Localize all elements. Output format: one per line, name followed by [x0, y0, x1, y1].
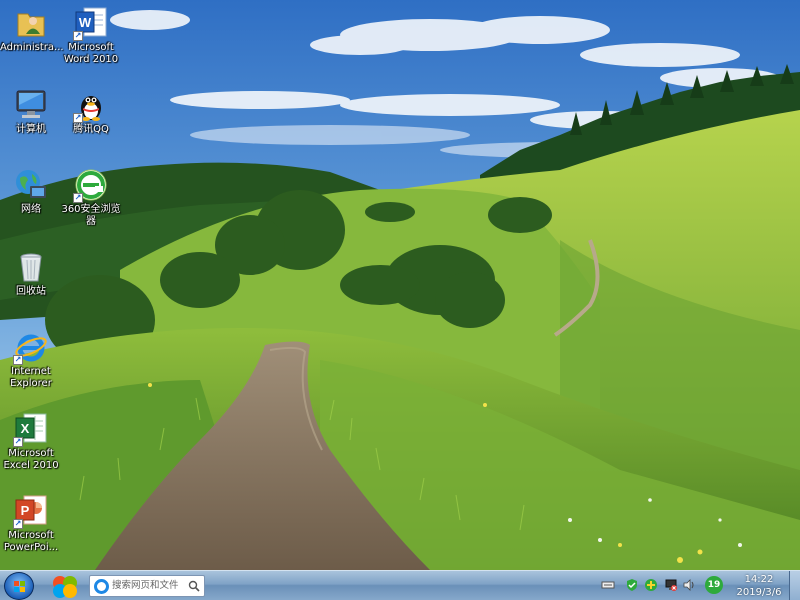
- computer-icon: [14, 88, 48, 122]
- shortcut-arrow-icon: ↗: [73, 193, 83, 203]
- desktop-icon-computer[interactable]: 计算机: [0, 88, 62, 136]
- show-desktop-button[interactable]: [789, 571, 800, 600]
- taskbar-pinned-app[interactable]: [50, 573, 80, 599]
- shortcut-arrow-icon: ↗: [13, 437, 23, 447]
- keyboard-icon[interactable]: [601, 578, 615, 592]
- user-folder-icon: [14, 6, 48, 40]
- shortcut-arrow-icon: ↗: [73, 31, 83, 41]
- network-globe-icon: [14, 168, 48, 202]
- 360-browser-icon: ↗: [73, 168, 108, 203]
- desktop-icon-label: 回收站: [16, 286, 46, 297]
- shortcut-arrow-icon: ↗: [73, 113, 83, 123]
- svg-text:X: X: [21, 421, 30, 436]
- desktop-icon-label: Microsoft Word 2010: [63, 42, 119, 65]
- tray-badge[interactable]: 19: [705, 576, 723, 594]
- start-button[interactable]: [4, 572, 34, 600]
- desktop-icon-label: Microsoft Excel 2010: [3, 448, 59, 471]
- internet-explorer-icon: ↗: [13, 330, 48, 365]
- ie-e-icon: [94, 579, 109, 594]
- desktop-icon-360-browser[interactable]: ↗ 360安全浏览器: [60, 168, 122, 228]
- 360-guard-icon[interactable]: [644, 578, 658, 592]
- svg-text:P: P: [21, 503, 30, 518]
- word-icon: W ↗: [73, 6, 108, 41]
- qq-penguin-icon: ↗: [73, 88, 108, 123]
- recycle-bin-icon: [14, 250, 48, 284]
- svg-text:W: W: [79, 15, 92, 30]
- desktop-icon-administrator[interactable]: Administra...: [0, 6, 64, 54]
- desktop-wallpaper: [0, 0, 800, 570]
- desktop-icon-network[interactable]: 网络: [0, 168, 62, 216]
- search-placeholder: 搜索网页和文件: [112, 580, 179, 591]
- desktop-icon-qq[interactable]: ↗ 腾讯QQ: [60, 88, 122, 136]
- desktop-icon-internet-explorer[interactable]: ↗ Internet Explorer: [0, 330, 62, 390]
- magnifier-icon[interactable]: [188, 580, 200, 592]
- desktop-icon-label: Microsoft PowerPoi...: [3, 530, 59, 553]
- windows-live-icon: [53, 576, 77, 598]
- desktop-icon-label: 360安全浏览器: [61, 204, 121, 227]
- shortcut-arrow-icon: ↗: [13, 519, 23, 529]
- desktop-icon-label: Administra...: [0, 42, 64, 53]
- desktop-icon-label: 网络: [21, 204, 41, 215]
- desktop-icon-recycle-bin[interactable]: 回收站: [0, 250, 62, 298]
- clock-date: 2019/3/6: [736, 587, 782, 598]
- windows-logo-icon: [14, 581, 26, 592]
- desktop-icon-word[interactable]: W ↗ Microsoft Word 2010: [60, 6, 122, 66]
- desktop-icon-powerpoint[interactable]: P ↗ Microsoft PowerPoi...: [0, 494, 62, 554]
- excel-icon: X ↗: [13, 412, 48, 447]
- network-status-icon[interactable]: [664, 578, 678, 592]
- system-tray: 19: [598, 571, 738, 600]
- taskbar: 搜索网页和文件 19 14:22 2019/3/6: [0, 570, 800, 600]
- desktop-icon-label: Internet Explorer: [10, 366, 52, 389]
- desktop-icon-excel[interactable]: X ↗ Microsoft Excel 2010: [0, 412, 62, 472]
- desktop-icon-label: 腾讯QQ: [73, 124, 109, 135]
- clock[interactable]: 14:22 2019/3/6: [730, 573, 788, 599]
- desktop-icon-label: 计算机: [16, 124, 46, 135]
- shortcut-arrow-icon: ↗: [13, 355, 23, 365]
- taskbar-search-box[interactable]: 搜索网页和文件: [89, 575, 205, 597]
- clock-time: 14:22: [744, 574, 774, 585]
- security-shield-icon[interactable]: [625, 578, 639, 592]
- powerpoint-icon: P ↗: [13, 494, 48, 529]
- volume-icon[interactable]: [682, 578, 696, 592]
